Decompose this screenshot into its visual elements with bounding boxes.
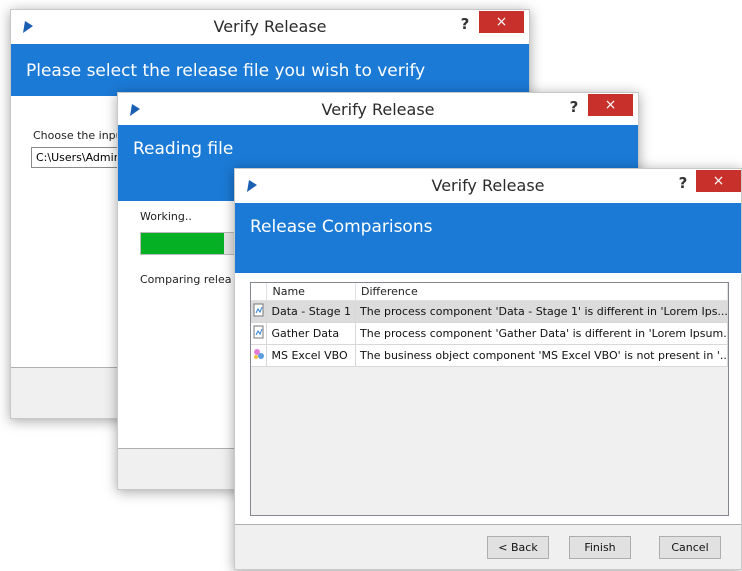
icon-column-header — [251, 283, 268, 301]
header-banner: Release Comparisons — [235, 203, 741, 273]
comparing-label: Comparing relea — [140, 273, 232, 286]
table-header-row: Name Difference — [251, 283, 728, 301]
process-icon — [251, 300, 268, 323]
title-bar[interactable]: Verify Release ? × — [11, 10, 529, 44]
business-object-icon — [251, 344, 268, 367]
row-name: Gather Data — [266, 322, 356, 345]
table-row[interactable]: Data - Stage 1 The process component 'Da… — [251, 300, 728, 323]
banner-title: Release Comparisons — [250, 217, 433, 237]
column-header-name[interactable]: Name — [266, 283, 356, 301]
progress-bar-fill — [141, 233, 224, 254]
comparisons-table-container[interactable]: Name Difference Data - Stage 1 The proce… — [250, 282, 729, 516]
title-bar[interactable]: Verify Release ? × — [118, 93, 638, 127]
window-title: Verify Release — [213, 17, 327, 36]
file-path-input[interactable]: C:\Users\Admin — [31, 147, 131, 168]
window-title: Verify Release — [431, 176, 545, 195]
row-difference: The process component 'Gather Data' is d… — [355, 322, 728, 345]
help-button[interactable]: ? — [564, 98, 584, 118]
row-difference: The process component 'Data - Stage 1' i… — [355, 300, 728, 323]
process-icon — [251, 322, 268, 345]
choose-file-label: Choose the inpu — [33, 129, 123, 142]
close-button[interactable]: × — [696, 170, 741, 192]
close-button[interactable]: × — [479, 11, 524, 33]
comparisons-table: Name Difference Data - Stage 1 The proce… — [251, 283, 728, 367]
working-label: Working.. — [140, 210, 192, 223]
help-button[interactable]: ? — [455, 15, 475, 35]
banner-title: Reading file — [133, 139, 234, 159]
window-title: Verify Release — [321, 100, 435, 119]
row-name: Data - Stage 1 — [266, 300, 356, 323]
table-row[interactable]: MS Excel VBO The business object compone… — [251, 344, 728, 367]
finish-button[interactable]: Finish — [569, 536, 631, 559]
banner-title: Please select the release file you wish … — [26, 61, 426, 81]
column-header-difference[interactable]: Difference — [355, 283, 728, 301]
verify-release-window-comparisons: Verify Release ? × Release Comparisons N… — [234, 168, 742, 570]
row-difference: The business object component 'MS Excel … — [355, 344, 728, 367]
header-banner: Please select the release file you wish … — [11, 44, 529, 96]
help-button[interactable]: ? — [673, 174, 693, 194]
cancel-button[interactable]: Cancel — [659, 536, 721, 559]
row-name: MS Excel VBO — [266, 344, 356, 367]
close-button[interactable]: × — [588, 94, 633, 116]
title-bar[interactable]: Verify Release ? × — [235, 169, 741, 203]
table-row[interactable]: Gather Data The process component 'Gathe… — [251, 322, 728, 345]
back-button[interactable]: < Back — [487, 536, 549, 559]
footer-bar: < Back Finish Cancel — [235, 524, 741, 569]
